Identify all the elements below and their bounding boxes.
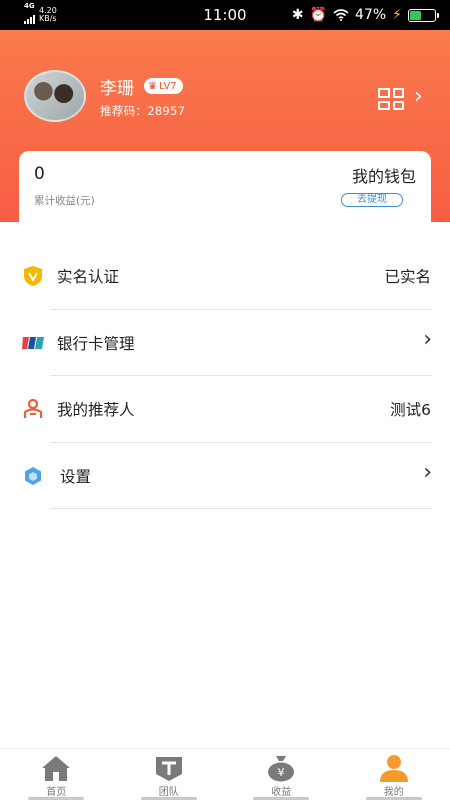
profile-icon (379, 755, 408, 782)
user-name: 李珊 (100, 78, 134, 99)
menu-value: 测试6 (390, 401, 431, 419)
wallet-title[interactable]: 我的钱包 (352, 163, 416, 187)
battery-icon (408, 8, 439, 22)
tab-home[interactable]: 首页 (0, 749, 113, 800)
tab-label: 首页 (46, 787, 67, 798)
wifi-icon (333, 9, 349, 21)
bluetooth-icon: ✱ (291, 7, 304, 23)
level-text: LV7 (158, 80, 177, 92)
menu-item-bank-card[interactable]: 银行卡管理 › (0, 310, 450, 376)
menu-item-settings[interactable]: 设置 › (0, 443, 450, 509)
verified-shield-icon (24, 266, 42, 286)
tab-earnings[interactable]: ¥ 收益 (225, 749, 338, 800)
svg-text:¥: ¥ (278, 766, 285, 779)
speed-unit: KB/s (39, 14, 57, 23)
settings-icon (25, 466, 41, 485)
menu-label: 银行卡管理 (57, 334, 135, 353)
signal-icon (24, 14, 35, 24)
home-icon (42, 756, 71, 781)
charging-icon: ⚡ (392, 7, 402, 23)
team-icon (155, 757, 182, 781)
tab-team[interactable]: 团队 (113, 749, 226, 800)
withdraw-button[interactable]: 去提现 (341, 193, 403, 207)
network-indicator: 4G (24, 2, 35, 28)
status-left: 4G 4.20 KB/s (24, 2, 57, 28)
network-speed: 4.20 KB/s (39, 7, 57, 23)
menu-item-verification[interactable]: 实名认证 已实名 (0, 243, 450, 310)
settings-menu: 实名认证 已实名 银行卡管理 › 我的推荐人 测试6 设置 › (0, 243, 450, 509)
profile-info: 李珊 ♛ LV7 推荐码：28957 (100, 74, 185, 119)
avatar[interactable] (24, 70, 86, 122)
battery-percent: 47% (355, 7, 387, 23)
status-bar: 4G 4.20 KB/s 11:00 ✱ ⏰ 47% ⚡ (0, 0, 450, 30)
network-type: 4G (24, 2, 35, 10)
menu-item-referrer[interactable]: 我的推荐人 测试6 (0, 376, 450, 443)
name-row: 李珊 ♛ LV7 (100, 74, 185, 99)
tab-label: 我的 (383, 787, 404, 798)
referrer-icon (23, 398, 43, 418)
chevron-right-icon[interactable]: › (414, 84, 423, 109)
tab-label: 收益 (271, 787, 292, 798)
menu-label: 实名认证 (57, 268, 120, 286)
battery-fill (410, 10, 422, 20)
tab-label: 团队 (158, 787, 179, 798)
crown-icon: ♛ (148, 80, 157, 92)
referral-code: 推荐码：28957 (100, 103, 186, 118)
qr-code-icon[interactable] (378, 88, 404, 110)
bank-card-icon (22, 336, 44, 349)
status-right: ✱ ⏰ 47% ⚡ (291, 7, 439, 23)
divider (50, 508, 432, 509)
chevron-right-icon: › (423, 326, 432, 352)
bottom-tab-bar: 首页 团队 ¥ 收益 我的 (0, 748, 450, 800)
chevron-right-icon: › (423, 459, 432, 485)
wallet-card[interactable]: 0 累计收益(元) 我的钱包 去提现 (19, 151, 431, 223)
menu-label: 设置 (60, 467, 92, 486)
profile-section[interactable]: 李珊 ♛ LV7 推荐码：28957 (24, 70, 185, 122)
wallet-amount: 0 (34, 164, 45, 184)
menu-value: 已实名 (384, 268, 431, 286)
level-badge: ♛ LV7 (144, 78, 183, 94)
wallet-caption: 累计收益(元) (34, 195, 95, 207)
money-bag-icon: ¥ (268, 756, 295, 782)
menu-label: 我的推荐人 (57, 401, 135, 419)
tab-mine[interactable]: 我的 (338, 749, 450, 800)
alarm-icon: ⏰ (309, 7, 328, 23)
